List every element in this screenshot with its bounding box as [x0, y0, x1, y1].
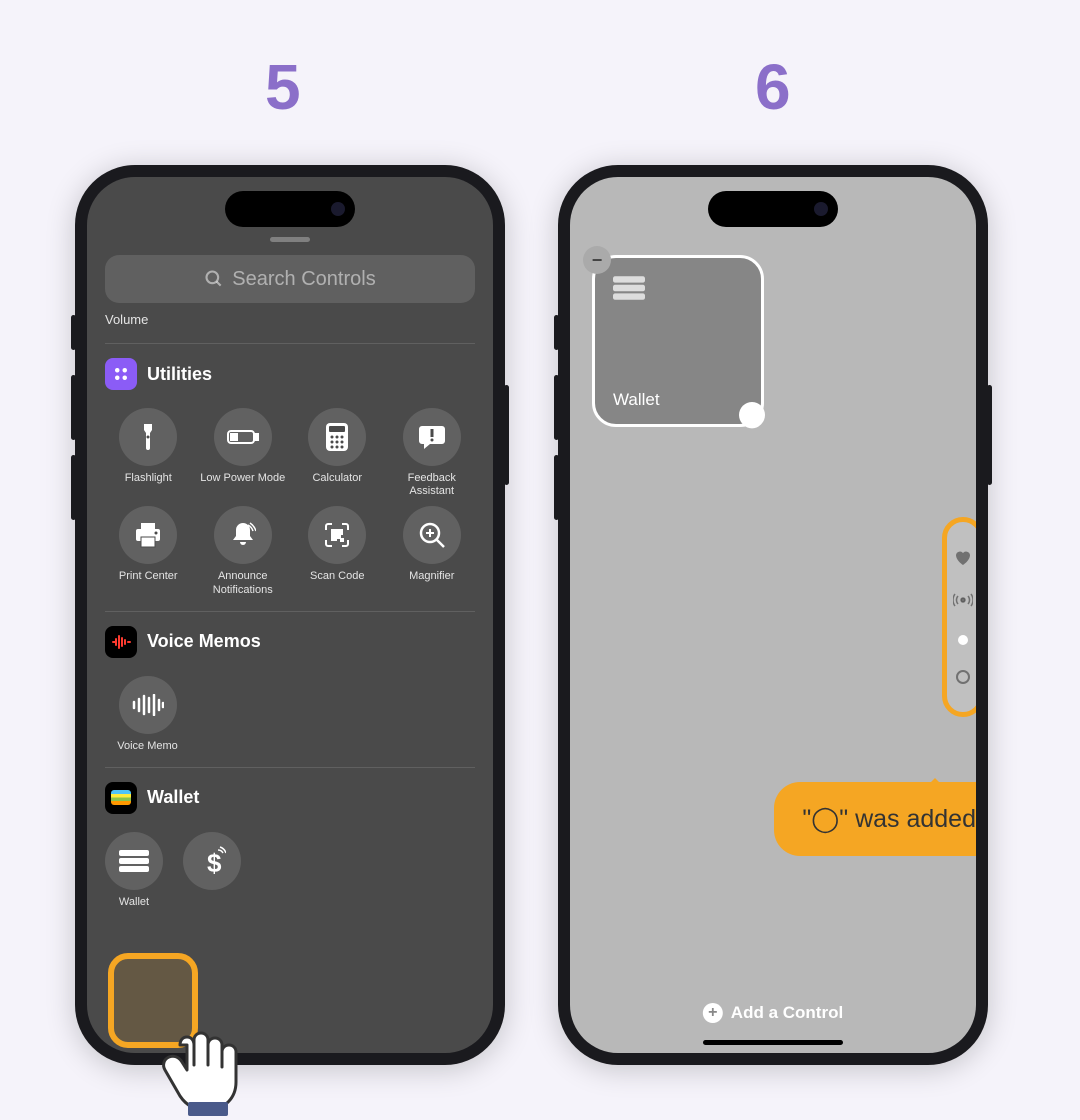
flashlight-control[interactable]: Flashlight — [105, 408, 192, 498]
wallet-header: Wallet — [105, 782, 475, 814]
wallet-icon — [119, 850, 149, 872]
page-dot-active[interactable] — [958, 635, 968, 645]
phone-button — [71, 455, 76, 520]
phone-button — [554, 375, 559, 440]
wallet-label: Wallet — [119, 896, 149, 909]
phone-button — [987, 385, 992, 485]
callout-annotation: "◯" was added — [774, 782, 976, 856]
page-indicator[interactable] — [942, 517, 976, 717]
resize-handle[interactable] — [734, 397, 771, 434]
dynamic-island — [225, 191, 355, 227]
calculator-icon — [326, 423, 348, 451]
voice-memos-icon — [105, 626, 137, 658]
low-power-control[interactable]: Low Power Mode — [200, 408, 287, 498]
util-label: Scan Code — [310, 570, 364, 583]
phone-button — [71, 375, 76, 440]
calculator-control[interactable]: Calculator — [294, 408, 381, 498]
grabber-handle[interactable] — [270, 237, 310, 242]
dynamic-island — [708, 191, 838, 227]
print-control[interactable]: Print Center — [105, 506, 192, 596]
feedback-control[interactable]: Feedback Assistant — [389, 408, 476, 498]
wallet-icon — [613, 276, 645, 300]
bell-icon — [230, 521, 256, 549]
volume-label: Volume — [105, 312, 475, 327]
divider — [105, 343, 475, 344]
cursor-hand-icon — [150, 1010, 260, 1120]
phone-mockup-left: Search Controls Volume Utilities Flashli… — [75, 165, 505, 1065]
util-label: Flashlight — [125, 472, 172, 485]
screen: − Wallet "◯" was added + Add a Control — [570, 177, 976, 1053]
add-control-button[interactable]: + Add a Control — [703, 1003, 843, 1023]
add-control-label: Add a Control — [731, 1003, 843, 1023]
dollar-icon: $ — [198, 846, 226, 876]
svg-text:$: $ — [207, 848, 222, 876]
step-label-6: 6 — [755, 50, 791, 124]
wallet-widget[interactable]: − Wallet — [592, 255, 764, 427]
apple-cash-control[interactable]: $ — [183, 832, 241, 909]
home-indicator[interactable] — [703, 1040, 843, 1045]
voice-memos-header: Voice Memos — [105, 626, 475, 658]
search-icon — [204, 269, 224, 289]
util-label: Low Power Mode — [200, 472, 285, 485]
phone-button — [71, 315, 76, 350]
phone-button — [504, 385, 509, 485]
util-label: Feedback Assistant — [389, 472, 476, 498]
plus-icon: + — [703, 1003, 723, 1023]
phone-mockup-right: − Wallet "◯" was added + Add a Control — [558, 165, 988, 1065]
feedback-icon — [418, 424, 446, 450]
voice-memo-label: Voice Memo — [117, 740, 178, 753]
step-label-5: 5 — [265, 50, 301, 124]
voice-memos-title: Voice Memos — [147, 631, 261, 652]
flashlight-icon — [136, 422, 160, 452]
scan-control[interactable]: Scan Code — [294, 506, 381, 596]
utilities-icon — [105, 358, 137, 390]
utilities-grid: Flashlight Low Power Mode Calculator Fee… — [105, 408, 475, 597]
heart-icon[interactable] — [954, 550, 972, 566]
antenna-icon[interactable] — [953, 591, 973, 609]
waveform-icon — [132, 694, 164, 716]
divider — [105, 611, 475, 612]
magnifier-control[interactable]: Magnifier — [389, 506, 476, 596]
remove-widget-button[interactable]: − — [583, 246, 611, 274]
util-label: Announce Notifications — [200, 570, 287, 596]
search-input[interactable]: Search Controls — [105, 255, 475, 303]
printer-icon — [134, 522, 162, 548]
page-dot-new[interactable] — [956, 670, 970, 684]
util-label: Print Center — [119, 570, 178, 583]
widget-label: Wallet — [613, 390, 660, 410]
magnifier-icon — [418, 521, 446, 549]
wallet-control[interactable]: Wallet — [105, 832, 163, 909]
wallet-title: Wallet — [147, 787, 199, 808]
utilities-header: Utilities — [105, 358, 475, 390]
search-placeholder: Search Controls — [232, 268, 375, 291]
phone-button — [554, 455, 559, 520]
announce-control[interactable]: Announce Notifications — [200, 506, 287, 596]
wallet-app-icon — [105, 782, 137, 814]
util-label: Magnifier — [409, 570, 454, 583]
util-label: Calculator — [312, 472, 362, 485]
qr-icon — [324, 522, 350, 548]
utilities-title: Utilities — [147, 364, 212, 385]
voice-memo-control[interactable]: Voice Memo — [105, 676, 190, 753]
controls-list[interactable]: Volume Utilities Flashlight Low Power Mo… — [105, 312, 475, 1043]
battery-icon — [227, 428, 259, 446]
screen: Search Controls Volume Utilities Flashli… — [87, 177, 493, 1053]
phone-button — [554, 315, 559, 350]
divider — [105, 767, 475, 768]
